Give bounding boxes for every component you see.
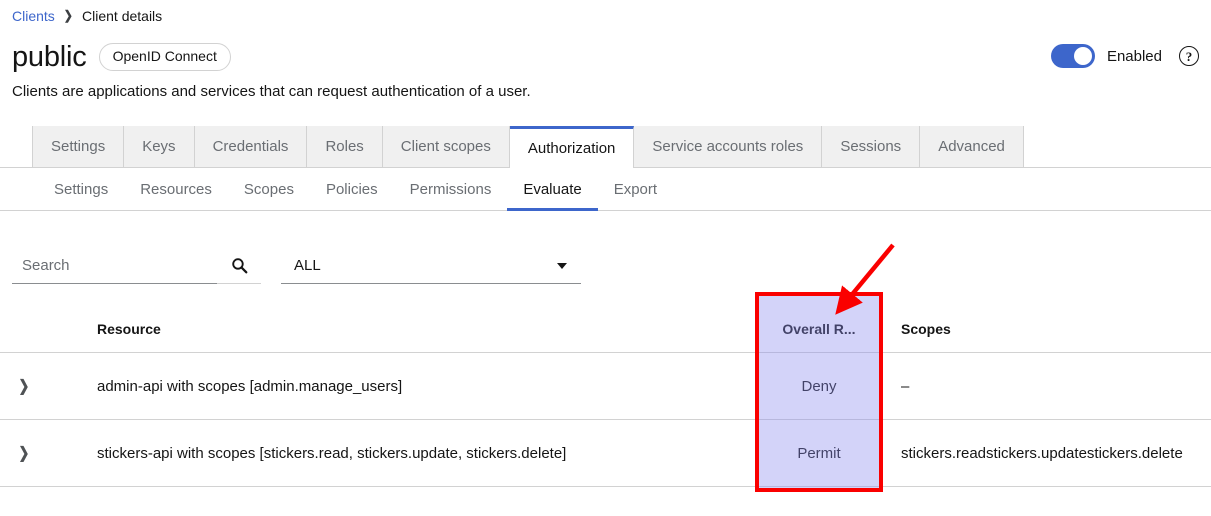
breadcrumb-separator-icon: ❯ [64,7,73,25]
enabled-switch[interactable] [1051,44,1095,68]
header-cell-resource: Resource [48,321,755,337]
subtab-label: Scopes [244,181,294,198]
breadcrumb: Clients ❯ Client details [12,8,162,24]
toolbar: ALL [12,248,581,284]
subtab-label: Permissions [410,181,492,198]
cell-scopes: – [883,378,1211,395]
row-expand-toggle[interactable]: ❯ [0,445,48,461]
subtab-policies[interactable]: Policies [310,168,394,210]
subtab-export[interactable]: Export [598,168,673,210]
enabled-label: Enabled [1107,48,1162,65]
subtab-evaluate[interactable]: Evaluate [507,168,597,210]
subtab-label: Settings [54,181,108,198]
page-subtitle: Clients are applications and services th… [12,81,531,103]
chevron-right-icon: ❯ [19,376,30,395]
tab-settings[interactable]: Settings [32,126,124,167]
tab-client-scopes[interactable]: Client scopes [383,126,510,167]
tab-label: Keys [142,138,175,155]
tab-service-accounts-roles[interactable]: Service accounts roles [634,126,822,167]
filter-select-value: ALL [294,257,321,274]
enable-toggle-group: Enabled ? [1051,44,1199,68]
subtab-label: Policies [326,181,378,198]
tab-label: Authorization [528,140,616,157]
evaluation-results-table: Resource Overall R... Scopes ❯ admin-api… [0,305,1211,487]
table-header-row: Resource Overall R... Scopes [0,305,1211,353]
search-button[interactable] [217,248,261,284]
table-row: ❯ admin-api with scopes [admin.manage_us… [0,353,1211,420]
subtab-scopes[interactable]: Scopes [228,168,310,210]
subtab-label: Resources [140,181,212,198]
cell-resource: admin-api with scopes [admin.manage_user… [48,378,755,395]
chevron-right-icon: ❯ [19,443,30,462]
subtab-settings[interactable]: Settings [38,168,124,210]
tab-credentials[interactable]: Credentials [195,126,308,167]
tab-label: Sessions [840,138,901,155]
breadcrumb-link-clients[interactable]: Clients [12,8,55,24]
table-row: ❯ stickers-api with scopes [stickers.rea… [0,420,1211,487]
header-cell-scopes: Scopes [883,321,1211,337]
cell-overall-result: Permit [755,445,883,462]
tab-keys[interactable]: Keys [124,126,194,167]
tab-label: Settings [51,138,105,155]
switch-knob [1074,47,1092,65]
cell-scopes: stickers.readstickers.updatestickers.del… [883,445,1211,462]
tab-label: Roles [325,138,363,155]
search-group [12,248,261,284]
cell-resource: stickers-api with scopes [stickers.read,… [48,445,755,462]
search-icon [231,257,248,274]
tab-roles[interactable]: Roles [307,126,382,167]
page-title-row: public OpenID Connect [12,40,231,74]
arrow-line [845,245,893,303]
page-title: public [12,40,87,74]
subtab-label: Export [614,181,657,198]
secondary-tabs: Settings Resources Scopes Policies Permissio… [0,168,1211,211]
tab-advanced[interactable]: Advanced [920,126,1024,167]
protocol-badge: OpenID Connect [99,43,231,71]
tab-label: Advanced [938,138,1005,155]
tab-authorization[interactable]: Authorization [510,126,635,168]
subtab-permissions[interactable]: Permissions [394,168,508,210]
tab-label: Credentials [213,138,289,155]
row-expand-toggle[interactable]: ❯ [0,378,48,394]
filter-select[interactable]: ALL [281,248,581,284]
primary-tabs: Settings Keys Credentials Roles Client scope… [0,126,1211,168]
subtab-label: Evaluate [523,181,581,198]
subtab-resources[interactable]: Resources [124,168,228,210]
tab-label: Service accounts roles [652,138,803,155]
help-icon[interactable]: ? [1179,46,1199,66]
cell-overall-result: Deny [755,378,883,395]
tab-sessions[interactable]: Sessions [822,126,920,167]
header-cell-overall-result: Overall R... [755,321,883,337]
search-input[interactable] [12,248,217,284]
tab-label: Client scopes [401,138,491,155]
breadcrumb-current: Client details [82,8,162,24]
chevron-down-icon [557,263,567,269]
